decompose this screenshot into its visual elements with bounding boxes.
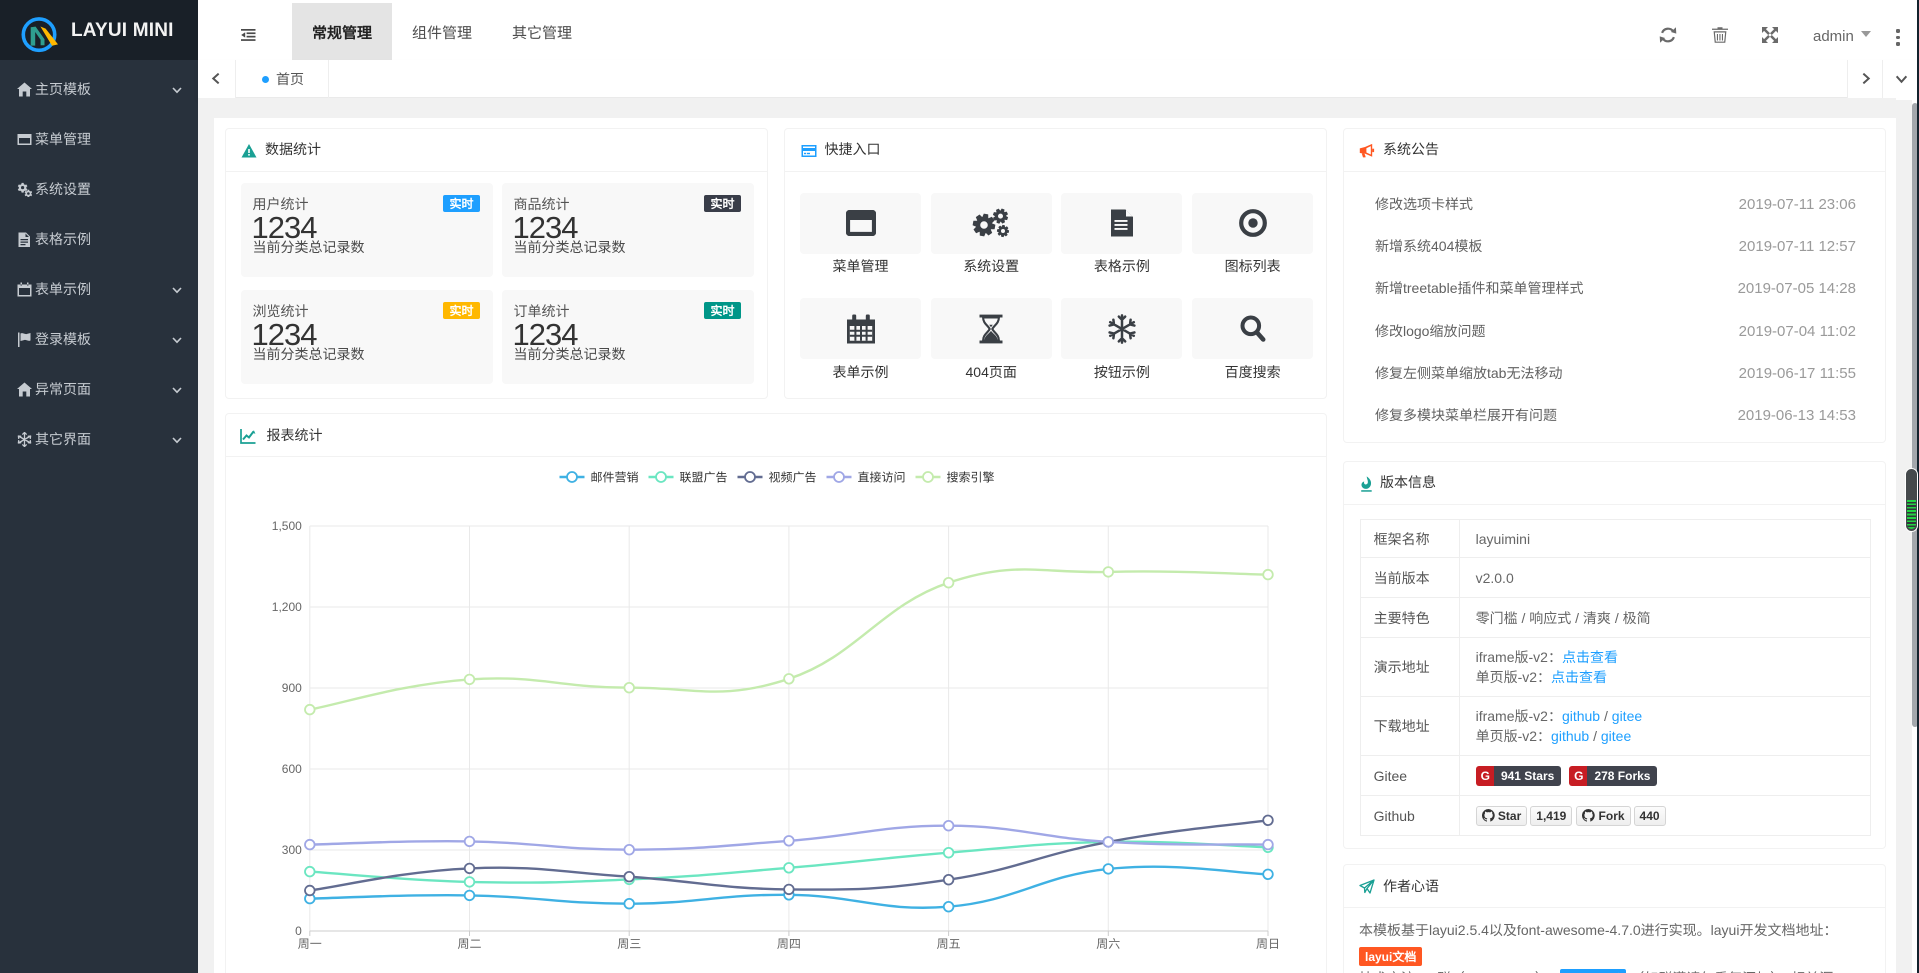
svg-text:搜索引擎: 搜索引擎 [947, 469, 995, 486]
svg-text:600: 600 [282, 760, 302, 777]
svg-text:周日: 周日 [1256, 935, 1280, 952]
svg-text:周三: 周三 [617, 935, 641, 952]
svg-text:周五: 周五 [937, 935, 961, 952]
svg-text:联盟广告: 联盟广告 [680, 469, 728, 486]
svg-text:周一: 周一 [298, 935, 322, 952]
svg-text:邮件营销: 邮件营销 [591, 469, 639, 486]
svg-text:周四: 周四 [777, 935, 801, 952]
svg-text:周二: 周二 [457, 935, 481, 952]
svg-text:直接访问: 直接访问 [858, 469, 906, 486]
svg-text:300: 300 [282, 841, 302, 858]
svg-text:视频广告: 视频广告 [769, 469, 817, 486]
svg-text:周六: 周六 [1096, 935, 1120, 952]
svg-text:1,200: 1,200 [272, 598, 302, 615]
svg-text:1,500: 1,500 [272, 517, 302, 534]
svg-text:900: 900 [282, 679, 302, 696]
